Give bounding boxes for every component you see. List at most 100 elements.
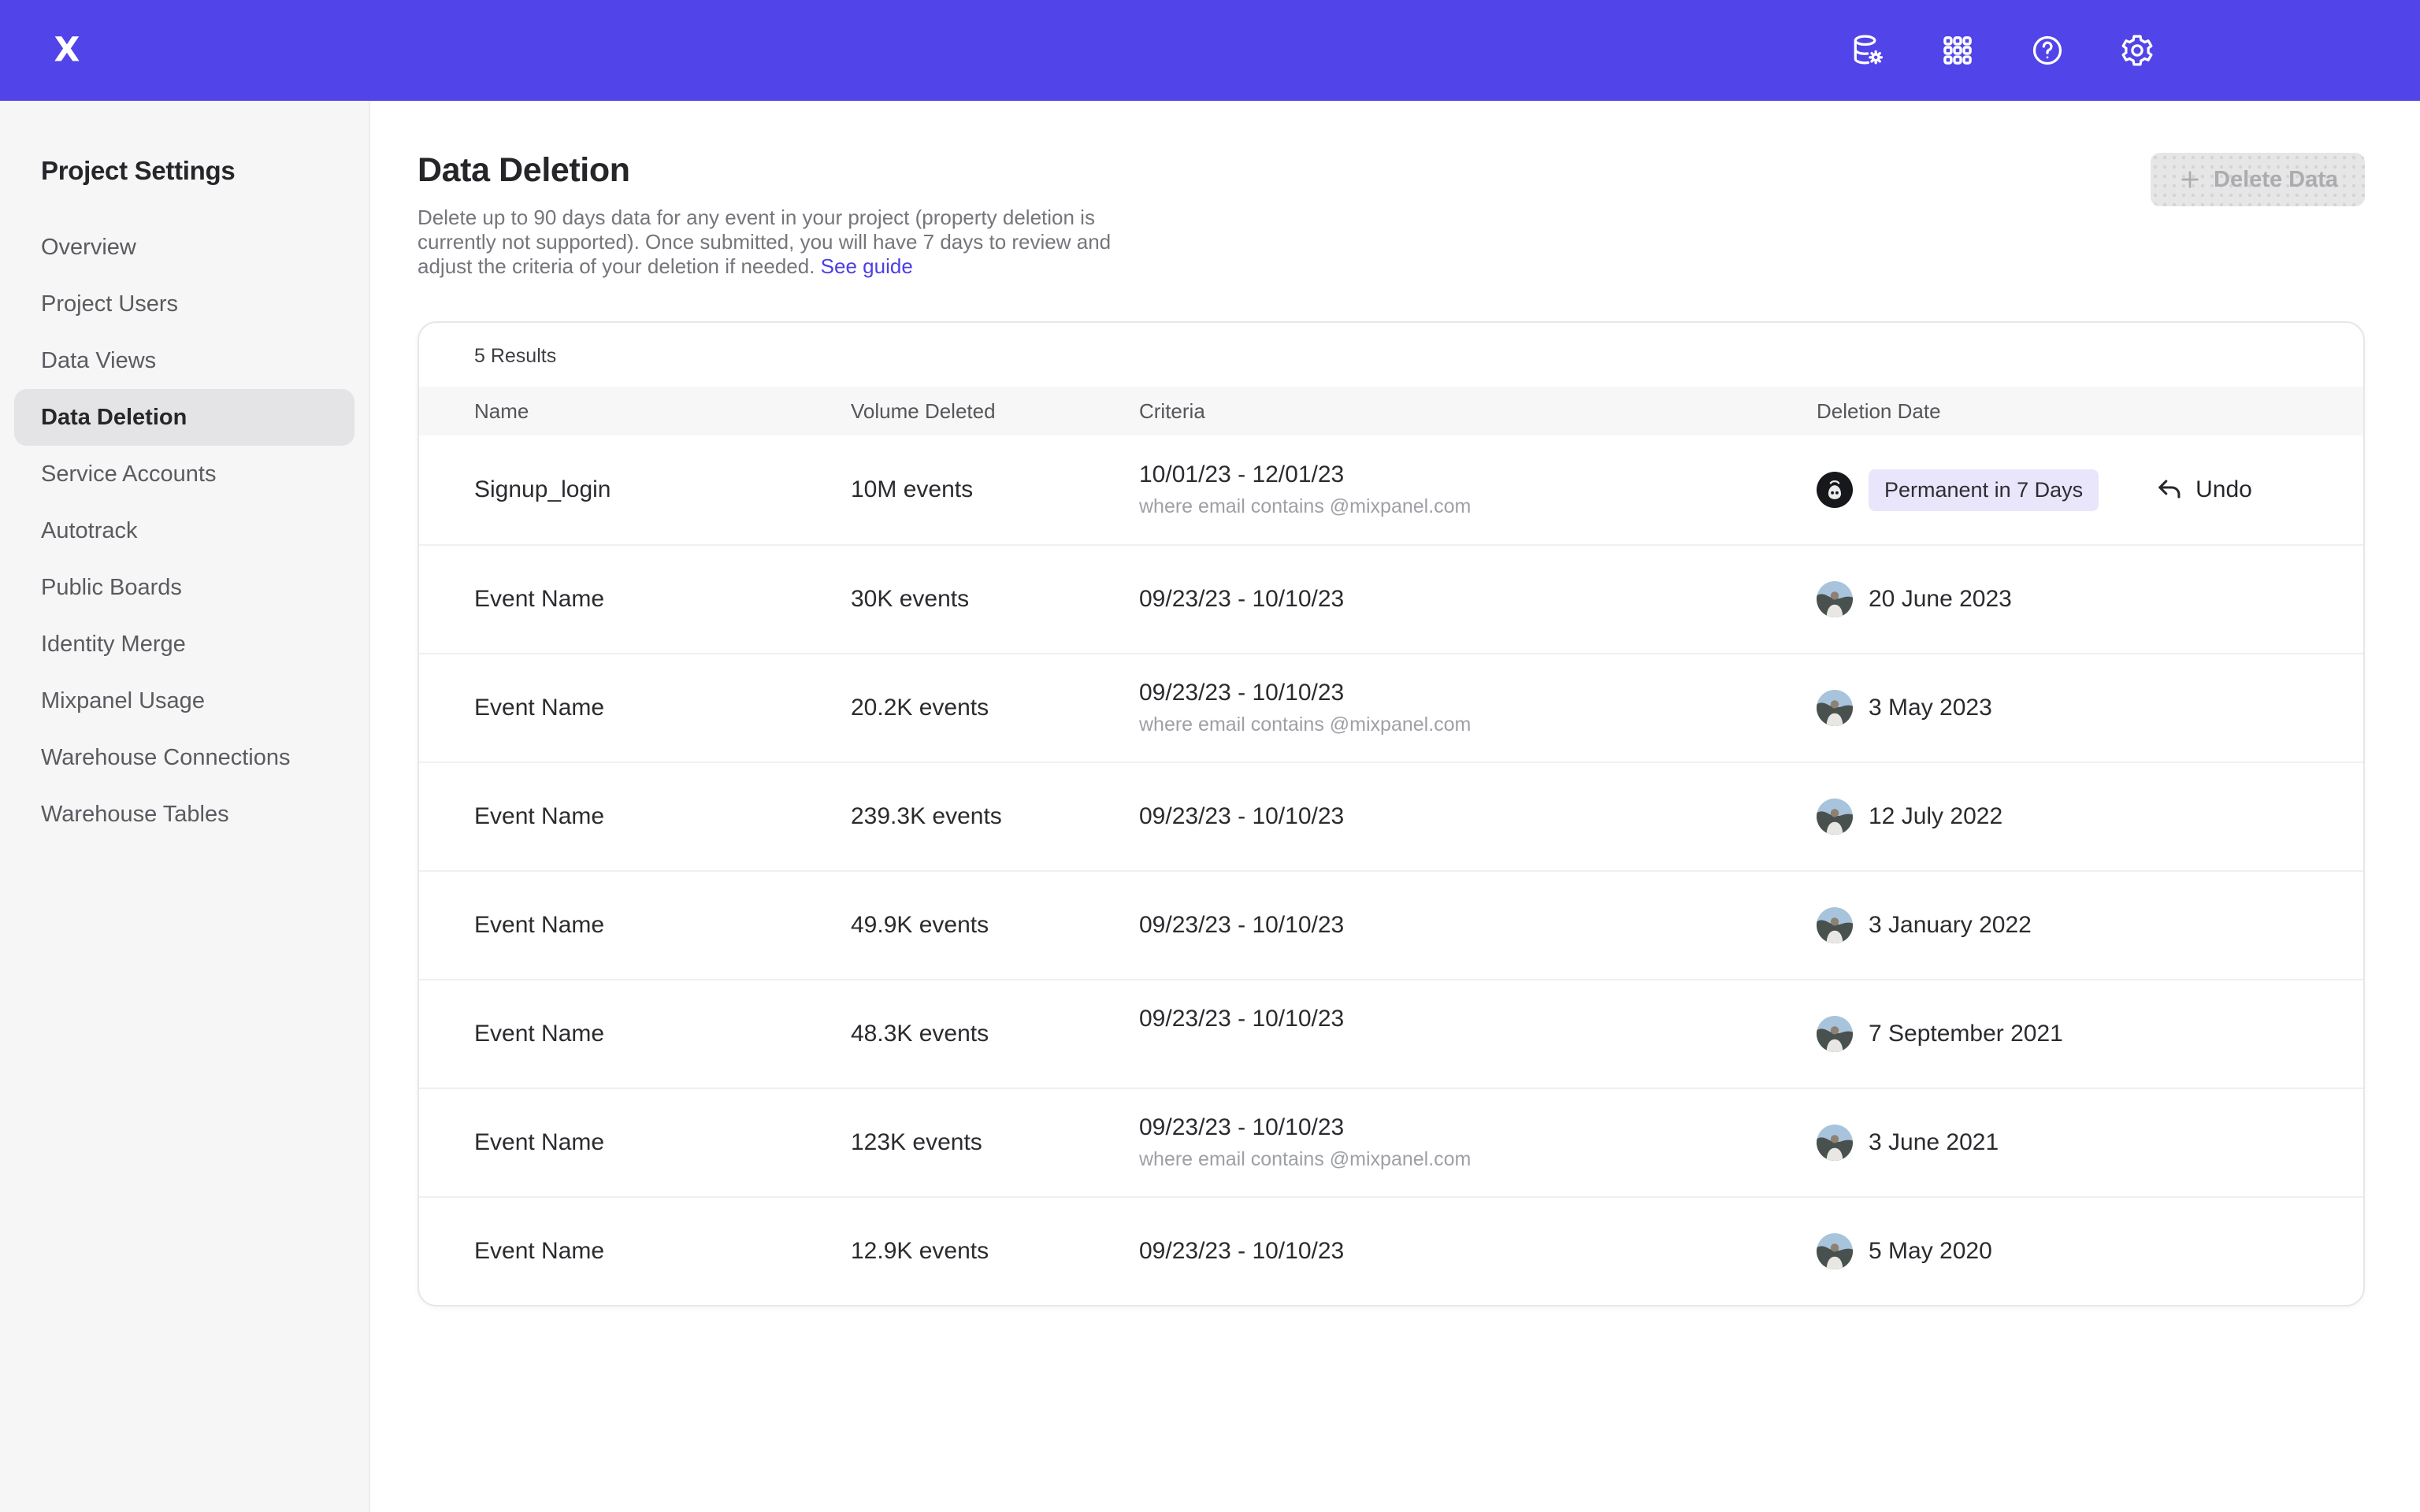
criteria-date-range: 09/23/23 - 10/10/23 bbox=[1139, 803, 1817, 830]
criteria-date-range: 09/23/23 - 10/10/23 bbox=[1139, 912, 1817, 939]
criteria-date-range: 09/23/23 - 10/10/23 bbox=[1139, 1114, 1817, 1141]
volume-deleted-cell: 10M events bbox=[851, 476, 1139, 503]
sidebar-item-label: Warehouse Tables bbox=[41, 802, 229, 828]
table-header-row: Name Volume Deleted Criteria Deletion Da… bbox=[419, 387, 2363, 435]
svg-text:X: X bbox=[54, 31, 80, 70]
page-description-text: Delete up to 90 days data for any event … bbox=[418, 206, 1111, 278]
sidebar-item-label: Data Deletion bbox=[41, 405, 187, 431]
sidebar-item-identity-merge[interactable]: Identity Merge bbox=[14, 616, 354, 673]
page-description: Delete up to 90 days data for any event … bbox=[418, 206, 1130, 279]
sidebar-item-data-deletion[interactable]: Data Deletion bbox=[14, 389, 354, 446]
sidebar-item-warehouse-tables[interactable]: Warehouse Tables bbox=[14, 786, 354, 843]
sidebar-item-warehouse-connections[interactable]: Warehouse Connections bbox=[14, 729, 354, 786]
table-row: Event Name 20.2K events 09/23/23 - 10/10… bbox=[419, 653, 2363, 762]
volume-deleted-cell: 12.9K events bbox=[851, 1238, 1139, 1265]
column-header-deletion-date: Deletion Date bbox=[1817, 399, 2332, 424]
criteria-filter-subtext: where email contains @mixpanel.com bbox=[1139, 1148, 1817, 1171]
deletion-date-text: 7 September 2021 bbox=[1869, 1021, 2063, 1047]
apps-grid-icon[interactable] bbox=[1939, 32, 1976, 69]
table-row: Signup_login 10M events 10/01/23 - 12/01… bbox=[419, 435, 2363, 544]
volume-deleted-cell: 49.9K events bbox=[851, 912, 1139, 939]
data-management-icon[interactable] bbox=[1850, 32, 1886, 69]
table-row: Event Name 48.3K events 09/23/23 - 10/10… bbox=[419, 979, 2363, 1088]
see-guide-link[interactable]: See guide bbox=[821, 254, 913, 278]
volume-deleted-cell: 48.3K events bbox=[851, 1021, 1139, 1047]
criteria-cell: 10/01/23 - 12/01/23 where email contains… bbox=[1139, 461, 1817, 518]
sidebar-item-overview[interactable]: Overview bbox=[14, 219, 354, 276]
sidebar-item-autotrack[interactable]: Autotrack bbox=[14, 502, 354, 559]
user-avatar-photo bbox=[1817, 1125, 1853, 1161]
sidebar-item-label: Project Users bbox=[41, 291, 178, 317]
mixpanel-logo-icon: X bbox=[46, 29, 88, 72]
sidebar-item-label: Mixpanel Usage bbox=[41, 688, 205, 714]
sidebar-item-project-users[interactable]: Project Users bbox=[14, 276, 354, 332]
project-settings-sidebar: Project Settings Overview Project Users … bbox=[0, 101, 370, 1512]
deletion-date-text: 12 July 2022 bbox=[1869, 803, 2002, 830]
table-body: Signup_login 10M events 10/01/23 - 12/01… bbox=[419, 435, 2363, 1305]
sidebar-item-data-views[interactable]: Data Views bbox=[14, 332, 354, 389]
sidebar-title: Project Settings bbox=[0, 156, 369, 186]
sidebar-item-label: Identity Merge bbox=[41, 632, 186, 658]
criteria-filter-subtext: where email contains @mixpanel.com bbox=[1139, 713, 1817, 736]
volume-deleted-cell: 20.2K events bbox=[851, 695, 1139, 721]
deletion-date-text: 20 June 2023 bbox=[1869, 586, 2012, 613]
deletion-date-text: 3 May 2023 bbox=[1869, 695, 1992, 721]
user-avatar-photo bbox=[1817, 799, 1853, 835]
plus-icon bbox=[2177, 167, 2203, 192]
user-avatar-photo bbox=[1817, 1233, 1853, 1269]
sidebar-item-label: Warehouse Connections bbox=[41, 745, 291, 771]
sidebar-item-service-accounts[interactable]: Service Accounts bbox=[14, 446, 354, 502]
sidebar-item-label: Overview bbox=[41, 235, 136, 261]
sidebar-item-public-boards[interactable]: Public Boards bbox=[14, 559, 354, 616]
event-name-cell: Event Name bbox=[474, 912, 851, 939]
sidebar-item-label: Data Views bbox=[41, 348, 156, 374]
criteria-cell: 09/23/23 - 10/10/23 bbox=[1139, 1238, 1817, 1265]
top-navigation-bar: X bbox=[0, 0, 2420, 101]
sidebar-item-label: Service Accounts bbox=[41, 461, 216, 487]
settings-gear-icon[interactable] bbox=[2119, 32, 2155, 69]
criteria-filter-subtext: where email contains @mixpanel.com bbox=[1139, 495, 1817, 518]
volume-deleted-cell: 123K events bbox=[851, 1129, 1139, 1156]
criteria-date-range: 09/23/23 - 10/10/23 bbox=[1139, 1238, 1817, 1265]
undo-button-label: Undo bbox=[2195, 476, 2252, 503]
sidebar-item-label: Public Boards bbox=[41, 575, 182, 601]
sidebar-nav: Overview Project Users Data Views Data D… bbox=[0, 219, 369, 843]
page-title: Data Deletion bbox=[418, 151, 2365, 190]
event-name-cell: Event Name bbox=[474, 1129, 851, 1156]
deletion-date-text: 3 January 2022 bbox=[1869, 912, 2032, 939]
undo-button[interactable]: Undo bbox=[2154, 475, 2252, 505]
user-avatar-photo bbox=[1817, 1016, 1853, 1052]
user-avatar-photo bbox=[1817, 907, 1853, 943]
criteria-cell: 09/23/23 - 10/10/23 where email contains… bbox=[1139, 1114, 1817, 1171]
event-name-cell: Signup_login bbox=[474, 476, 851, 503]
user-avatar-photo bbox=[1817, 581, 1853, 617]
table-row: Event Name 49.9K events 09/23/23 - 10/10… bbox=[419, 870, 2363, 979]
table-row: Event Name 30K events 09/23/23 - 10/10/2… bbox=[419, 544, 2363, 653]
user-avatar-dark bbox=[1817, 472, 1853, 508]
help-icon[interactable] bbox=[2029, 32, 2066, 69]
mixpanel-logo[interactable]: X bbox=[46, 29, 88, 72]
delete-data-button[interactable]: Delete Data bbox=[2151, 153, 2365, 206]
criteria-date-range: 09/23/23 - 10/10/23 bbox=[1139, 680, 1817, 706]
event-name-cell: Event Name bbox=[474, 586, 851, 613]
sidebar-item-label: Autotrack bbox=[41, 518, 138, 544]
delete-data-button-label: Delete Data bbox=[2214, 167, 2338, 193]
table-row: Event Name 12.9K events 09/23/23 - 10/10… bbox=[419, 1196, 2363, 1305]
deletion-date-cell: 20 June 2023 bbox=[1817, 581, 2332, 617]
volume-deleted-cell: 30K events bbox=[851, 586, 1139, 613]
column-header-criteria: Criteria bbox=[1139, 399, 1817, 424]
deletion-date-cell: 3 June 2021 bbox=[1817, 1125, 2332, 1161]
criteria-date-range: 09/23/23 - 10/10/23 bbox=[1139, 586, 1817, 613]
deletion-results-card: 5 Results Name Volume Deleted Criteria D… bbox=[418, 321, 2365, 1306]
criteria-cell: 09/23/23 - 10/10/23 bbox=[1139, 803, 1817, 830]
criteria-date-range: 10/01/23 - 12/01/23 bbox=[1139, 461, 1817, 488]
sidebar-item-mixpanel-usage[interactable]: Mixpanel Usage bbox=[14, 673, 354, 729]
undo-icon bbox=[2154, 475, 2184, 505]
main-content: Data Deletion Delete up to 90 days data … bbox=[370, 101, 2420, 1512]
deletion-date-cell: 3 January 2022 bbox=[1817, 907, 2332, 943]
topbar-icon-group bbox=[1850, 32, 2155, 69]
deletion-date-cell: 3 May 2023 bbox=[1817, 690, 2332, 726]
criteria-cell: 09/23/23 - 10/10/23 bbox=[1139, 586, 1817, 613]
deletion-date-cell: Permanent in 7 Days Undo bbox=[1817, 469, 2332, 511]
criteria-cell: 09/23/23 - 10/10/23 bbox=[1139, 1006, 1817, 1063]
